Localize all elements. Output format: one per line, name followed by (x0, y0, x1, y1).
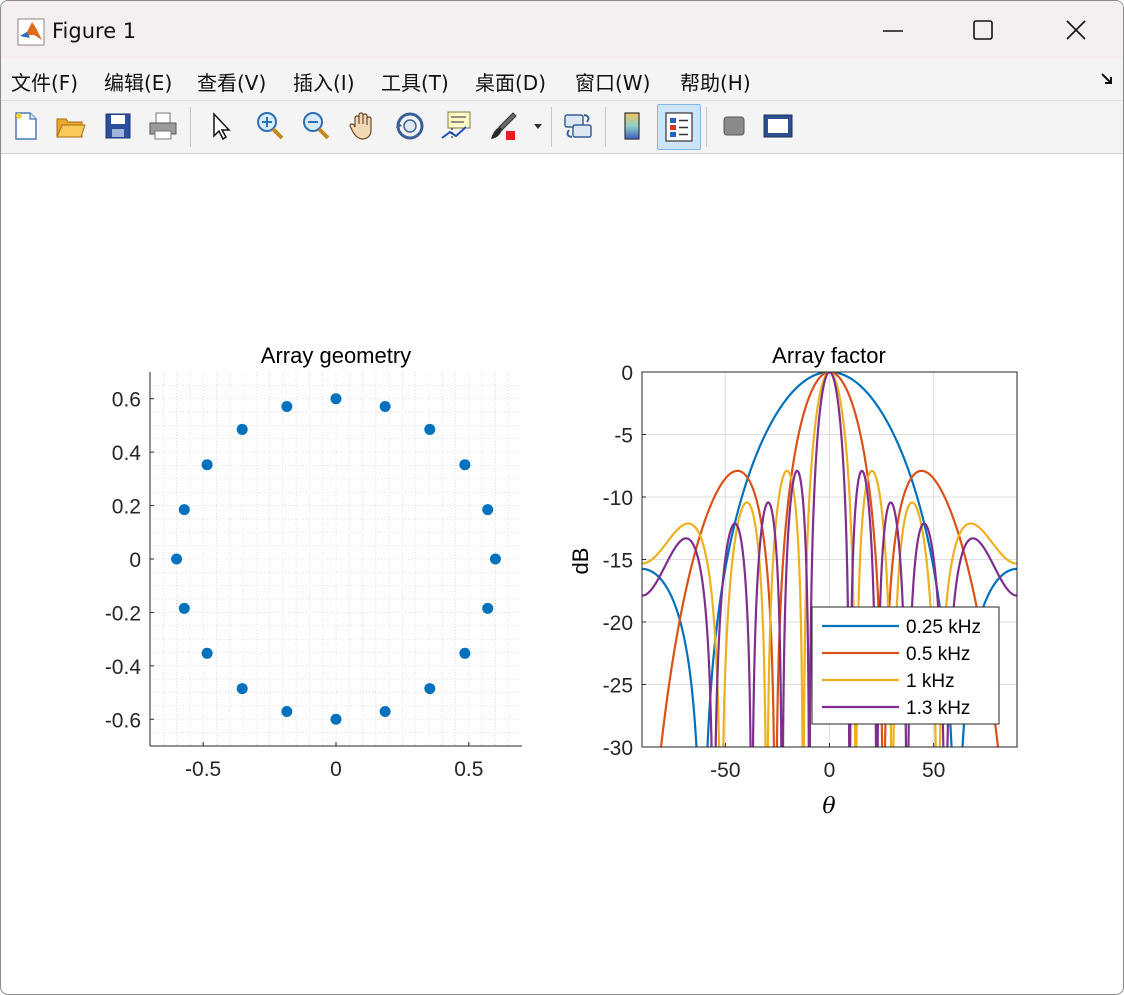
sensor-point (379, 400, 391, 412)
y-tick-label: -20 (603, 612, 633, 635)
sensor-point (236, 423, 248, 435)
array-factor-title: Array factor (772, 343, 886, 368)
x-tick-label: 50 (922, 759, 945, 782)
legend-label: 0.5 kHz (906, 644, 970, 665)
y-tick-label: 0.2 (112, 496, 141, 519)
sensor-point (178, 602, 190, 614)
x-tick-label: 0.5 (454, 758, 483, 781)
sensor-point (330, 393, 342, 405)
y-tick-label: 0 (129, 549, 141, 572)
y-tick-label: -25 (603, 675, 633, 698)
y-axis-label: dB (568, 548, 593, 575)
array-geometry-axes: -0.5 0 0.5 0.6 0.4 0.2 0 -0.2 -0.4 -0.6 Array geo… (105, 343, 522, 781)
x-tick-label: 0 (824, 759, 836, 782)
legend-label: 0.25 kHz (906, 617, 981, 638)
y-tick-label: -0.6 (105, 709, 141, 732)
x-tick-label: -50 (710, 759, 740, 782)
x-axis-label: θ (822, 794, 835, 819)
y-tick-label: 0.6 (112, 389, 141, 412)
y-tick-label: -30 (603, 737, 633, 760)
y-tick-label: 0.4 (112, 442, 142, 465)
geometry-title: Array geometry (261, 343, 411, 368)
x-tick-label: 0 (330, 758, 342, 781)
sensor-point (482, 504, 494, 516)
legend-label: 1 kHz (906, 671, 955, 692)
sensor-point (379, 706, 391, 718)
y-tick-label: -15 (603, 550, 633, 573)
sensor-point (482, 602, 494, 614)
figure-canvas: -0.5 0 0.5 0.6 0.4 0.2 0 -0.2 -0.4 -0.6 Array geo… (105, 343, 1018, 819)
sensor-point (459, 647, 471, 659)
sensor-point (330, 713, 342, 725)
sensor-point (201, 459, 213, 471)
sensor-point (178, 504, 190, 516)
sensor-point (201, 647, 213, 659)
legend-label: 1.3 kHz (906, 698, 970, 719)
y-tick-label: -5 (614, 425, 633, 448)
y-tick-label: -10 (603, 487, 633, 510)
sensor-point (424, 683, 436, 695)
sensor-point (236, 683, 248, 695)
sensor-point (171, 553, 183, 565)
y-tick-label: 0 (621, 362, 633, 385)
sensor-point (424, 423, 436, 435)
array-factor-axes: -50 0 50 0 -5 -10 -15 -20 -25 -30 Array factor dB… (568, 343, 1018, 819)
y-tick-label: -0.2 (105, 602, 141, 625)
sensor-point (281, 400, 293, 412)
y-tick-label: -0.4 (105, 656, 142, 679)
sensor-point (459, 459, 471, 471)
sensor-point (281, 706, 293, 718)
figure-window: Figure 1 文件(F) 编辑(E) 查看(V) 插入(I) 工具(T) 桌… (0, 0, 1124, 995)
x-tick-label: -0.5 (185, 758, 221, 781)
sensor-point (489, 553, 501, 565)
legend[interactable]: 0.25 kHz 0.5 kHz 1 kHz 1.3 kHz (811, 606, 1000, 725)
